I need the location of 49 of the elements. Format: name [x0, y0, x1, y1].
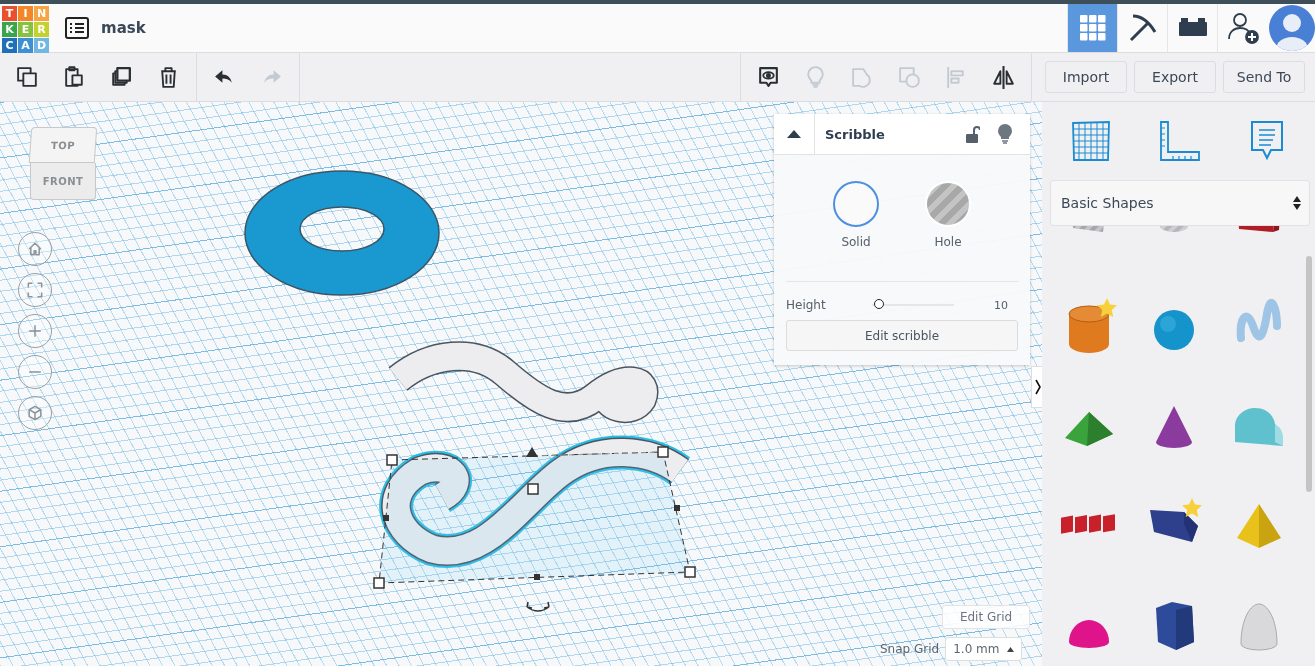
- star-icon: [1182, 498, 1202, 517]
- caret-up-icon: [787, 130, 801, 138]
- scribble-shape[interactable]: [389, 341, 659, 424]
- ruler-icon[interactable]: [1159, 120, 1202, 162]
- home-button[interactable]: [18, 232, 52, 266]
- star-icon: [1097, 298, 1117, 317]
- action-button[interactable]: Import: [1045, 61, 1127, 93]
- add-user-icon: [1225, 11, 1260, 45]
- copy-icon[interactable]: [15, 64, 40, 90]
- torus-shape[interactable]: [244, 170, 440, 296]
- height-label: Height: [786, 298, 826, 312]
- slider-thumb[interactable]: [873, 298, 884, 309]
- grid-icon: [1079, 15, 1106, 41]
- zoom-out-button[interactable]: [18, 355, 52, 389]
- unlock-icon[interactable]: [966, 125, 980, 143]
- chevron-right-icon: [1034, 379, 1041, 395]
- snap-grid-select[interactable]: 1.0 mm: [945, 637, 1023, 661]
- fit-button[interactable]: [18, 273, 52, 307]
- rotate-handle-icon[interactable]: [526, 601, 550, 612]
- design-title[interactable]: mask: [101, 19, 146, 37]
- brick-icon: [1178, 18, 1207, 38]
- hole-option[interactable]: [925, 181, 971, 227]
- snap-grid-label: Snap Grid: [880, 642, 940, 656]
- height-value: 10: [994, 298, 1008, 312]
- option-label: Hole: [934, 235, 962, 249]
- scrollbar[interactable]: [1306, 256, 1312, 492]
- caret-up-icon: [1007, 646, 1015, 652]
- panel-toggle[interactable]: [1031, 366, 1042, 408]
- option-label: Solid: [841, 235, 871, 249]
- scribble-shape[interactable]: [379, 435, 690, 568]
- list-icon[interactable]: [65, 17, 89, 39]
- edit-grid-button[interactable]: Edit Grid: [942, 605, 1030, 629]
- zoom-in-button[interactable]: [18, 314, 52, 348]
- eye-note-icon[interactable]: [756, 64, 781, 90]
- tinkercad-logo[interactable]: T I N K E R C A D: [2, 5, 49, 53]
- avatar[interactable]: [1269, 5, 1315, 51]
- up-down-caret-icon: [1293, 196, 1301, 210]
- lightbulb-icon[interactable]: [998, 124, 1012, 144]
- category-select[interactable]: Basic Shapes: [1050, 180, 1310, 226]
- action-button[interactable]: Export: [1134, 61, 1216, 93]
- perspective-button[interactable]: [18, 396, 52, 430]
- mirror-icon[interactable]: [991, 64, 1016, 90]
- fit-view-icon[interactable]: [25, 280, 45, 300]
- selection-handles[interactable]: [373, 446, 696, 589]
- edit-scribble-button[interactable]: Edit scribble: [786, 320, 1018, 351]
- cube-icon[interactable]: [25, 403, 45, 423]
- solid-option[interactable]: [833, 181, 879, 227]
- workplane-icon[interactable]: [1069, 120, 1112, 162]
- action-button[interactable]: Send To: [1223, 61, 1305, 93]
